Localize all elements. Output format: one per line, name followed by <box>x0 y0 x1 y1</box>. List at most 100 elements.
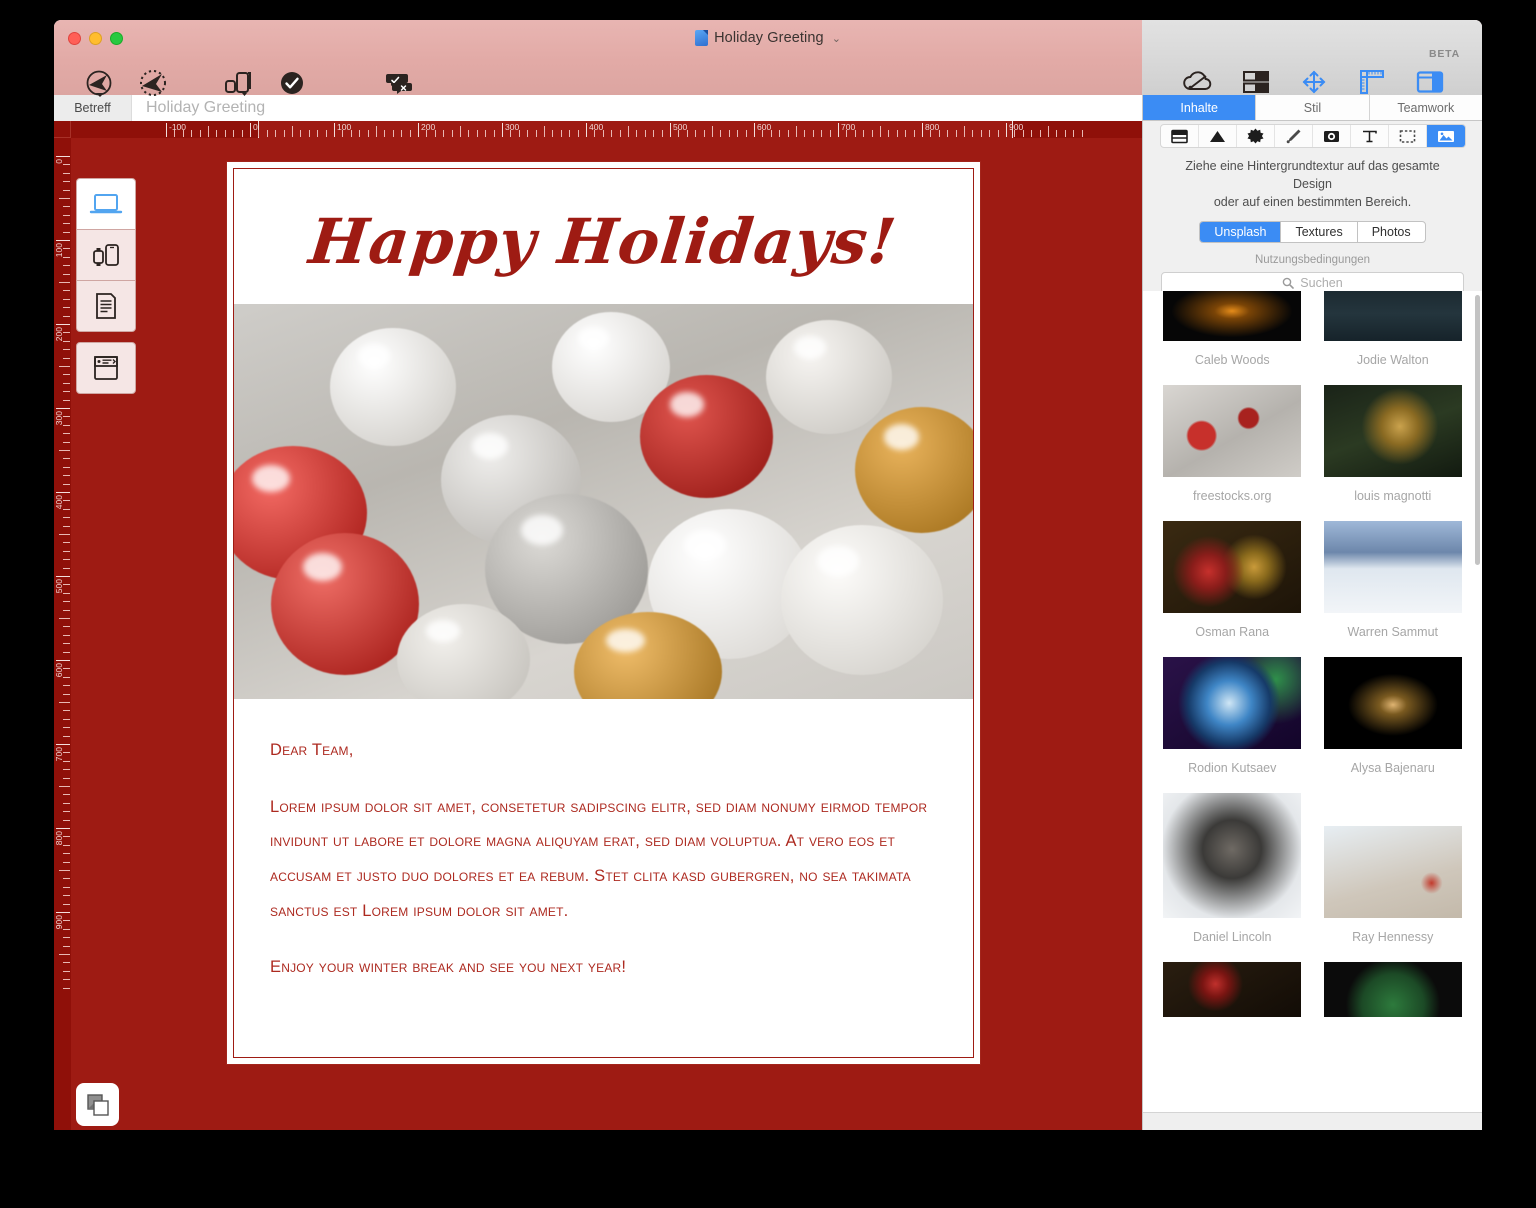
email-paragraph[interactable]: Lorem ipsum dolor sit amet, consetetur s… <box>270 790 937 929</box>
ruler-minor-tick <box>63 718 70 720</box>
ruler-minor-tick <box>63 710 70 712</box>
image-source-tabs: Unsplash Textures Photos <box>1143 221 1482 244</box>
ruler-minor-tick <box>451 130 453 137</box>
photo-results-list[interactable]: Caleb Woods Jodie Walton freestocks.org … <box>1143 291 1482 1130</box>
ruler-minor-tick <box>59 534 70 535</box>
ruler-guides-icon[interactable] <box>1346 64 1398 100</box>
ruler-minor-tick <box>63 357 70 359</box>
toggle-sidebar-icon[interactable] <box>1404 64 1456 100</box>
ruler-minor-tick <box>770 130 772 137</box>
ruler-minor-tick <box>544 126 545 137</box>
ruler-minor-tick <box>829 130 831 137</box>
tab-photos[interactable]: Photos <box>1358 222 1425 242</box>
photo-thumbnail[interactable] <box>1163 521 1302 613</box>
chevron-down-icon[interactable]: ⌄ <box>832 32 841 45</box>
panel-scrollbar[interactable] <box>1475 295 1480 565</box>
photo-thumbnail[interactable] <box>1323 962 1462 1017</box>
sidebar-item-mobile-view[interactable] <box>76 229 136 281</box>
document-title-group[interactable]: Holiday Greeting ⌄ <box>54 30 1482 46</box>
photo-item[interactable]: Alysa Bajenaru <box>1323 657 1463 793</box>
ruler-minor-tick <box>317 130 319 137</box>
ruler-minor-tick <box>191 130 193 137</box>
photo-item[interactable]: Osman Rana <box>1163 521 1302 657</box>
comments-icon[interactable] <box>374 66 426 100</box>
sidebar-item-desktop-view[interactable] <box>76 178 136 230</box>
ruler-minor-tick <box>63 248 70 250</box>
layers-button[interactable] <box>76 1083 119 1126</box>
ruler-minor-tick <box>787 130 789 137</box>
photo-thumbnail[interactable] <box>1163 291 1302 341</box>
sidebar-item-plaintext-view[interactable] <box>76 280 136 332</box>
shape-triangle-icon[interactable] <box>1199 125 1237 147</box>
tab-unsplash[interactable]: Unsplash <box>1200 222 1282 243</box>
photo-item[interactable]: Daniel Lincoln <box>1163 793 1302 962</box>
ruler-minor-tick <box>342 130 344 137</box>
ruler-minor-tick <box>493 130 495 137</box>
layout-split-icon[interactable] <box>1230 64 1282 100</box>
photo-thumbnail[interactable] <box>1323 521 1462 613</box>
device-preview-icon[interactable] <box>214 66 266 100</box>
photo-item[interactable]: Rodion Kutsaev <box>1163 657 1302 793</box>
ruler-minor-tick <box>63 525 70 527</box>
email-headline[interactable]: Happy Holidays! <box>227 169 980 304</box>
ruler-minor-tick <box>636 130 638 137</box>
email-document[interactable]: Happy Holidays! Dear Team, Lorem ipsum d… <box>226 161 981 1065</box>
photo-item[interactable]: freestocks.org <box>1163 385 1302 521</box>
ruler-minor-tick <box>199 130 201 137</box>
photo-author: Warren Sammut <box>1347 625 1439 639</box>
email-closing[interactable]: Enjoy your winter break and see you next… <box>270 950 937 985</box>
ruler-minor-tick <box>63 962 70 964</box>
image-icon[interactable] <box>1426 125 1465 147</box>
ruler-minor-tick <box>63 206 70 208</box>
video-icon[interactable] <box>1313 125 1351 147</box>
ruler-minor-tick <box>63 601 70 603</box>
ruler-minor-tick <box>695 130 697 137</box>
email-body[interactable]: Dear Team, Lorem ipsum dolor sit amet, c… <box>234 699 973 985</box>
ruler-minor-tick <box>63 626 70 628</box>
photo-item[interactable]: Caleb Woods <box>1163 291 1302 385</box>
subject-input[interactable]: Holiday Greeting <box>146 99 265 117</box>
photo-author: Ray Hennessy <box>1352 930 1434 944</box>
photo-author: Alysa Bajenaru <box>1350 761 1435 775</box>
ruler-minor-tick <box>812 130 814 137</box>
photo-item[interactable] <box>1163 962 1302 1047</box>
photo-item[interactable]: Warren Sammut <box>1323 521 1463 657</box>
design-canvas[interactable]: -100 0 100 200 300 400 500 600 700 800 900 0 100 200… <box>54 121 1142 1130</box>
ruler-minor-tick <box>300 130 302 137</box>
terms-link[interactable]: Nutzungsbedingungen <box>1143 254 1482 266</box>
ruler-minor-tick <box>485 130 487 137</box>
ruler-minor-tick <box>63 651 70 653</box>
photo-thumbnail[interactable] <box>1163 657 1302 749</box>
ruler-minor-tick <box>779 130 781 137</box>
tab-textures[interactable]: Textures <box>1281 222 1358 243</box>
ruler-minor-tick <box>989 130 991 137</box>
photo-item[interactable] <box>1323 962 1463 1047</box>
email-hero-image[interactable] <box>234 304 973 699</box>
photo-item[interactable]: Jodie Walton <box>1323 291 1463 385</box>
selection-box-icon[interactable] <box>1389 125 1427 147</box>
photo-thumbnail[interactable] <box>1163 793 1302 918</box>
email-greeting[interactable]: Dear Team, <box>270 733 937 768</box>
photo-thumbnail[interactable] <box>1323 291 1462 341</box>
photo-thumbnail[interactable] <box>1163 385 1302 477</box>
photo-thumbnail[interactable] <box>1323 826 1462 918</box>
ruler-minor-tick <box>1022 130 1024 137</box>
photo-item[interactable]: louis magnotti <box>1323 385 1463 521</box>
text-icon[interactable] <box>1351 125 1389 147</box>
cloud-sync-icon[interactable] <box>1172 64 1224 100</box>
check-circle-icon[interactable] <box>266 66 318 100</box>
photo-item[interactable]: Ray Hennessy <box>1323 793 1463 962</box>
brush-icon[interactable] <box>1275 125 1313 147</box>
send-test-icon[interactable] <box>128 66 180 100</box>
badge-starburst-icon[interactable] <box>1237 125 1275 147</box>
section-icon[interactable] <box>1161 125 1199 147</box>
sidebar-item-preheader-view[interactable] <box>76 342 136 394</box>
send-later-icon[interactable] <box>76 66 128 100</box>
photo-thumbnail[interactable] <box>1323 385 1462 477</box>
move-arrows-icon[interactable] <box>1288 64 1340 100</box>
photo-thumbnail[interactable] <box>1163 962 1302 1017</box>
ruler-minor-tick <box>1031 130 1033 137</box>
email-document-inner: Happy Holidays! Dear Team, Lorem ipsum d… <box>233 168 974 1058</box>
photo-thumbnail[interactable] <box>1323 657 1462 749</box>
ruler-minor-tick <box>359 130 361 137</box>
